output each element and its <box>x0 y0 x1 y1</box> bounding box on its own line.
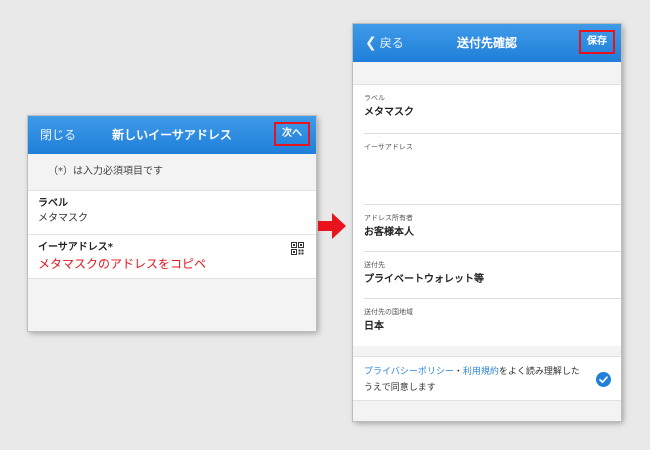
checkmark-icon[interactable] <box>596 372 611 387</box>
left-form: （*）は入力必須項目です ラベル メタマスク イーサアドレス* メタマスクのアド… <box>28 154 316 331</box>
ether-address-label: イーサアドレス* <box>38 242 114 253</box>
label-field-label: ラベル <box>38 198 68 209</box>
confirm-recipient-screen: ❮ 戻る 送付先確認 保存 ラベル メタマスク イーサアドレス アドレス所有者 お… <box>353 24 621 421</box>
address-sub: イーサアドレス <box>364 143 413 151</box>
link-separator: ・ <box>453 367 463 377</box>
confirm-country-row: 送付先の国地域 日本 <box>353 299 621 346</box>
destination-sub: 送付先 <box>364 261 385 269</box>
paste-address-annotation: メタマスクのアドレスをコピペ <box>38 257 207 271</box>
qr-code-icon[interactable] <box>291 242 304 255</box>
ether-address-field[interactable]: イーサアドレス* メタマスクのアドレスをコピペ <box>28 235 316 279</box>
owner-value: お客様本人 <box>364 227 414 238</box>
terms-link[interactable]: 利用規約 <box>463 367 499 377</box>
left-nav-bar: 閉じる 新しいイーサアドレス 次へ <box>28 116 316 154</box>
confirm-label-row: ラベル メタマスク <box>353 85 621 134</box>
right-arrow-icon <box>318 213 346 239</box>
privacy-agreement[interactable]: プライバシーポリシー・利用規約をよく読み理解したうえで同意します <box>353 356 621 401</box>
privacy-policy-link[interactable]: プライバシーポリシー <box>364 367 454 377</box>
label-sub: ラベル <box>364 94 385 102</box>
confirm-destination-row: 送付先 プライベートウォレット等 <box>353 252 621 299</box>
section-spacer <box>353 62 621 85</box>
save-button[interactable]: 保存 <box>579 30 615 54</box>
destination-value: プライベートウォレット等 <box>364 274 484 285</box>
owner-sub: アドレス所有者 <box>364 214 413 222</box>
label-value: メタマスク <box>364 107 414 118</box>
next-button[interactable]: 次へ <box>274 122 310 146</box>
label-field-value[interactable]: メタマスク <box>38 211 306 227</box>
country-value: 日本 <box>364 321 384 332</box>
confirm-owner-row: アドレス所有者 お客様本人 <box>353 205 621 252</box>
label-field[interactable]: ラベル メタマスク <box>28 191 316 235</box>
confirm-details: ラベル メタマスク イーサアドレス アドレス所有者 お客様本人 送付先 プライベ… <box>353 62 621 421</box>
required-note: （*）は入力必須項目です <box>28 154 316 191</box>
confirm-address-row: イーサアドレス <box>353 134 621 205</box>
right-nav-bar: ❮ 戻る 送付先確認 保存 <box>353 24 621 62</box>
left-page-title: 新しいイーサアドレス <box>112 128 232 142</box>
country-sub: 送付先の国地域 <box>364 308 413 316</box>
new-address-screen: 閉じる 新しいイーサアドレス 次へ （*）は入力必須項目です ラベル メタマスク… <box>28 116 316 331</box>
